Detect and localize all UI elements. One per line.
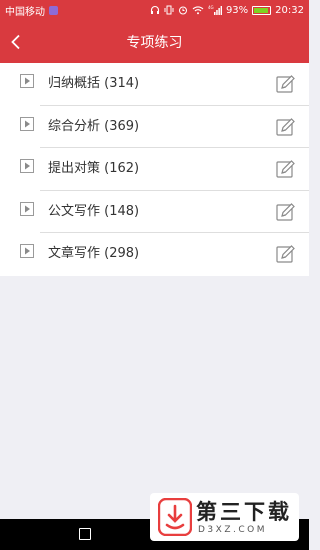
clock: 20:32 — [275, 4, 304, 16]
battery-level — [254, 7, 269, 13]
back-button[interactable] — [10, 20, 40, 63]
watermark: 第三下载 D3XZ.COM — [150, 493, 299, 541]
carrier-name: 中国移动 — [5, 6, 45, 18]
download-logo-icon — [158, 498, 192, 536]
edit-icon[interactable] — [276, 244, 296, 264]
headphones-icon — [150, 5, 159, 14]
edit-icon[interactable] — [276, 74, 296, 94]
list-item[interactable]: 提出对策 (162) — [0, 148, 309, 191]
play-icon — [20, 116, 34, 131]
edit-icon[interactable] — [276, 202, 296, 222]
list-item[interactable]: 归纳概括 (314) — [0, 63, 309, 106]
play-icon — [20, 244, 34, 258]
play-icon — [20, 159, 34, 173]
play-icon — [20, 74, 34, 88]
edit-icon[interactable] — [276, 117, 296, 137]
battery-icon — [252, 5, 272, 15]
app-badge-icon — [49, 5, 58, 15]
play-icon — [20, 201, 34, 216]
signal-icon: 4G — [208, 5, 222, 15]
list-item[interactable]: 综合分析 (369) — [0, 106, 309, 148]
list-item-label: 归纳概括 (314) — [48, 76, 140, 91]
list-item[interactable]: 文章写作 (298) — [0, 233, 309, 276]
list-item-label: 公文写作 (148) — [48, 203, 140, 219]
list-item-label: 文章写作 (298) — [48, 246, 140, 261]
wifi-icon — [192, 6, 204, 15]
list-item[interactable]: 公文写作 (148) — [0, 191, 309, 233]
chevron-left-icon — [11, 34, 20, 49]
status-icons: 4G 93% 20:32 — [150, 5, 304, 16]
status-bar: 中国移动 4G 93% 20:32 — [0, 0, 309, 20]
watermark-title: 第三下载 — [196, 500, 292, 524]
alarm-icon — [178, 6, 187, 15]
practice-list: 归纳概括 (314) 综合分析 (369) 提出对策 (162) 公文写作 (1… — [0, 63, 309, 276]
vibrate-icon — [164, 5, 174, 15]
recent-apps-button[interactable] — [79, 528, 91, 540]
battery-percent: 93% — [225, 4, 249, 16]
list-item-label: 提出对策 (162) — [48, 161, 140, 176]
list-item-label: 综合分析 (369) — [48, 118, 140, 134]
watermark-domain: D3XZ.COM — [198, 525, 267, 535]
network-type: 4G — [208, 5, 214, 10]
top-app-bar: 专项练习 — [0, 20, 309, 63]
page-title: 专项练习 — [126, 34, 183, 51]
edit-icon[interactable] — [276, 159, 296, 179]
